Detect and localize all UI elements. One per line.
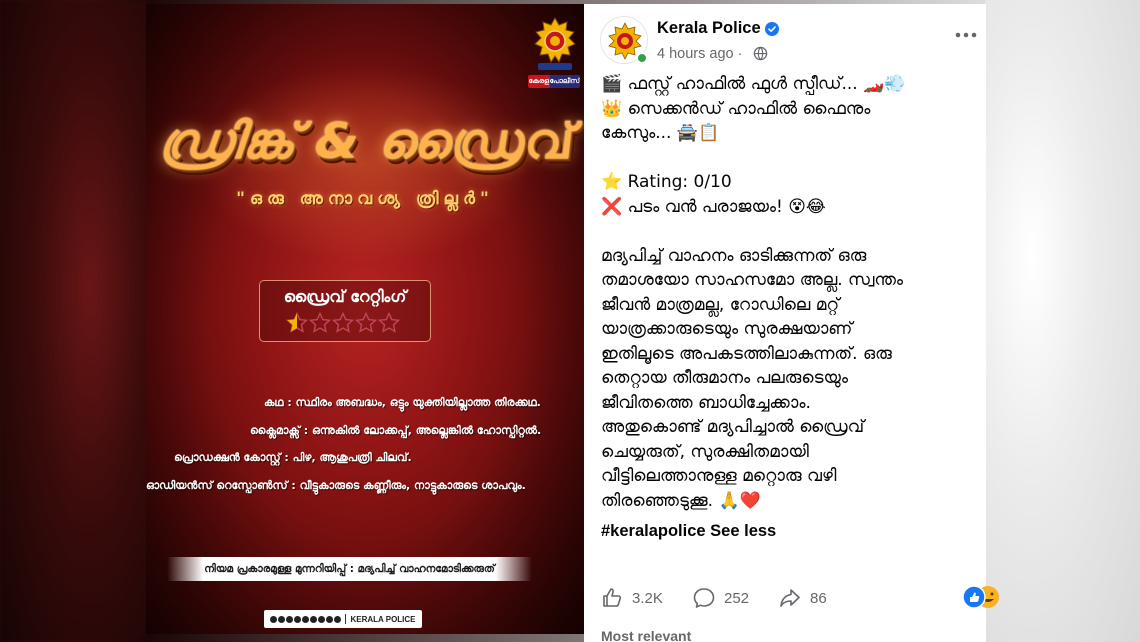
drive-rating-label: ഡ്രൈവ് റേറ്റിംഗ് — [283, 287, 407, 306]
like-count: 3.2K — [632, 589, 663, 607]
background-blur-right — [985, 0, 1140, 642]
verified-badge-icon — [765, 22, 779, 36]
rating-star — [286, 312, 308, 333]
like-thumb-icon — [603, 588, 622, 607]
post-body-text: 🎬 ഫസ്റ്റ് ഹാഫിൽ ഫുൾ സ്പീഡ്... 🏎️💨 👑 സെക്ക… — [601, 72, 971, 513]
comment-sort-most-relevant[interactable]: Most relevant — [601, 628, 691, 642]
credit-story: കഥ : സ്ഥിരം അബദ്ധം, ഒട്ടും യുക്തിയില്ലാത… — [264, 396, 541, 409]
reaction-emoji-stack-icon[interactable] — [962, 584, 1002, 610]
see-less-button[interactable]: See less — [710, 522, 776, 540]
social-icons — [270, 615, 342, 623]
share-button[interactable]: 86 — [778, 586, 827, 610]
emblem-tag: കേരള പോലീസ് — [528, 75, 580, 88]
post-text-line: മദ്യപിച്ച് വാഹനം ഓടിക്കുന്നത് ഒരു — [601, 245, 867, 266]
rating-star-outline — [378, 312, 400, 333]
rating-star-outline — [332, 312, 354, 333]
page-name-link[interactable]: Kerala Police — [657, 19, 761, 38]
rating-star — [355, 312, 377, 333]
drive-rating-box: ഡ്രൈവ് റേറ്റിംഗ് — [259, 280, 431, 342]
post-text-line: തമാശയോ സാഹസമോ അല്ല. സ്വന്തം — [601, 270, 904, 290]
post-timestamp[interactable]: 4 hours ago · — [657, 46, 742, 62]
share-count: 86 — [810, 589, 827, 607]
post-text-line: തെറ്റായ തീരുമാനം പലരുടെയും — [601, 368, 849, 388]
globe-icon — [753, 46, 768, 61]
comment-button[interactable]: 252 — [692, 586, 749, 610]
post-text-line: തിരഞ്ഞെടുക്കൂ. 🙏❤️ — [601, 490, 761, 511]
more-options-icon[interactable] — [954, 30, 978, 40]
post-text-line: ജീവിതത്തെ ബാധിച്ചേക്കാം. — [601, 392, 811, 413]
post-text-line: ഇതിലൂടെ അപകടത്തിലാകുന്നത്. ഒരു — [601, 343, 892, 364]
social-handles-strip: KERALA POLICE — [264, 610, 422, 628]
credit-production-cost: പ്രൊഡക്ഷൻ കോസ്റ്റ് : പിഴ, ആശുപത്രി ചിലവ്… — [174, 451, 412, 464]
hashtag-line: #keralapolice See less — [601, 522, 776, 541]
post-text-line: വീട്ടിലെത്താനുള്ള മറ്റൊരു വഴി — [601, 466, 837, 486]
rating-star-outline — [309, 312, 331, 333]
footer-brand: KERALA POLICE — [350, 614, 416, 624]
post-text-spacer — [601, 146, 971, 171]
post-text-line: കേസും... 🚔📋 — [601, 123, 720, 143]
online-status-dot — [636, 52, 648, 64]
share-arrow-icon — [780, 589, 800, 607]
emblem-tag-left: കേരള — [528, 75, 550, 88]
legal-warning-banner: നിയമ പ്രകാരമുള്ള മുന്നറിയിപ്പ് : മദ്യപിച… — [167, 557, 532, 581]
credit-audience-response: ഓഡിയൻസ് റെസ്പോൺസ് : വീട്ടുകാരുടെ കണ്ണീരു… — [146, 479, 526, 492]
post-text-line: ❌ പടം വൻ പരാജയം! 😵😂 — [601, 196, 826, 217]
rating-star — [332, 312, 354, 333]
hashtag-link[interactable]: #keralapolice — [601, 522, 706, 540]
post-text-line: യാത്രക്കാരുടെയും സുരക്ഷയാണ് — [601, 319, 853, 339]
rating-stars — [286, 312, 400, 334]
rating-star — [378, 312, 400, 333]
post-image-poster[interactable]: കേരള പോലീസ് ഡ്രിങ്ക് & ഡ്രൈവ് "ഒരു അനാവശ… — [146, 4, 584, 634]
post-text-line: ⭐ Rating: 0/10 — [601, 172, 732, 192]
rating-star-outline — [355, 312, 377, 333]
post-text-line: 🎬 ഫസ്റ്റ് ഹാഫിൽ ഫുൾ സ്പീഡ്... 🏎️💨 — [601, 74, 906, 94]
post-text-line: അതുകൊണ്ട് മദ്യപിച്ചാൽ ഡ്രൈവ് — [601, 417, 865, 437]
post-text-line: ജീവൻ മാത്രമല്ല, റോഡിലെ മറ്റ് — [601, 294, 840, 315]
comment-icon — [693, 588, 715, 608]
reaction-bar: 3.2K 252 86 — [600, 582, 999, 612]
credit-climax: ക്ലൈമാക്സ് : ഒന്നുകിൽ ലോക്കപ്പ്, അല്ലെങ്… — [250, 424, 542, 437]
facebook-post: Kerala Police 4 hours ago · 🎬 ഫസ്റ്റ് ഹാ… — [584, 4, 999, 642]
post-text-line: ചെയ്യരുത്, സുരക്ഷിതമായി — [601, 441, 809, 462]
background-blur-left — [0, 0, 150, 642]
comment-count: 252 — [724, 589, 750, 607]
like-button[interactable]: 3.2K — [600, 586, 663, 610]
poster-title: ഡ്രിങ്ക് & ഡ്രൈവ് — [155, 113, 575, 170]
poster-subtitle: "ഒരു അനാവശ്യ ത്രില്ലർ" — [236, 189, 494, 209]
rating-star — [309, 312, 331, 333]
post-text-spacer — [601, 219, 971, 244]
emblem-tag-right: പോലീസ് — [549, 75, 580, 88]
kerala-police-emblem-icon — [534, 16, 576, 70]
post-text-line: 👑 സെക്കൻഡ് ഹാഫിൽ ഫൈനും — [601, 98, 871, 119]
